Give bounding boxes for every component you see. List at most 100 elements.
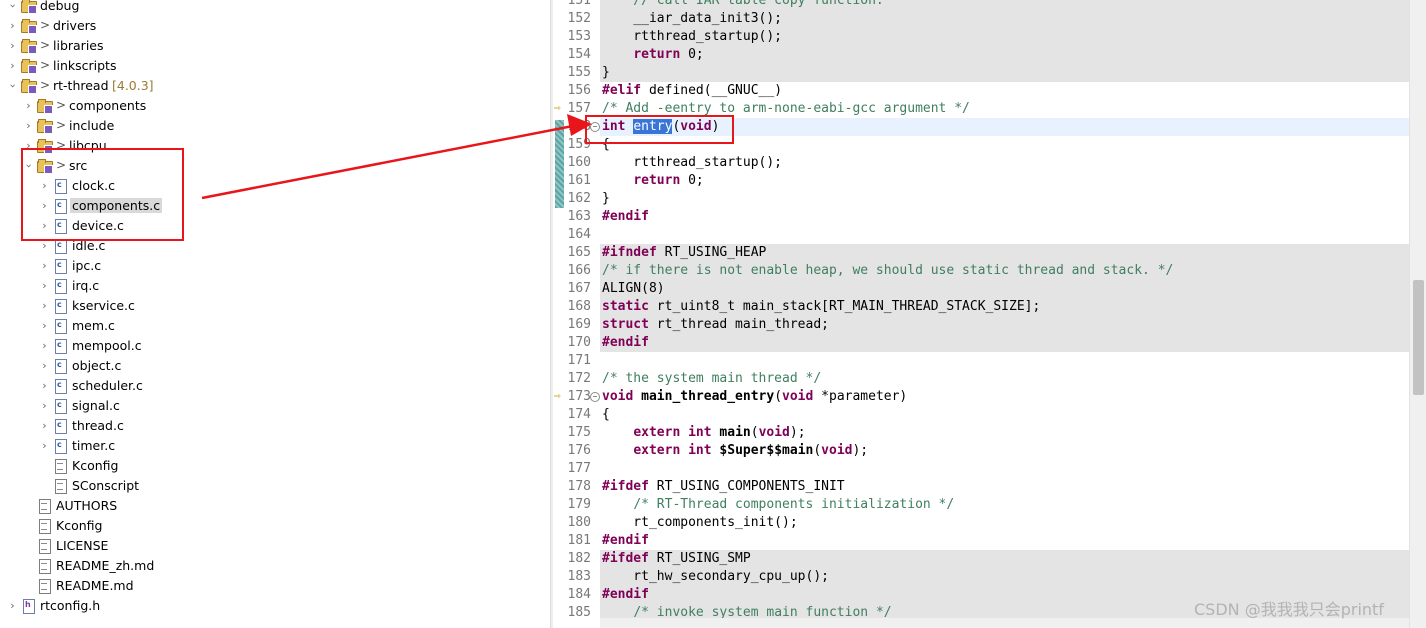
- code-line[interactable]: 183 rt_hw_secondary_cpu_up();: [553, 568, 1409, 586]
- tree-item[interactable]: › c signal.c: [0, 396, 550, 416]
- code-line[interactable]: 154 return 0;: [553, 46, 1409, 64]
- tree-item[interactable]: README.md: [0, 576, 550, 596]
- scrollbar-thumb[interactable]: [1413, 280, 1424, 395]
- fold-toggle-icon[interactable]: −: [590, 392, 600, 402]
- chevron-right-icon[interactable]: ›: [40, 299, 49, 313]
- code-token: (: [813, 443, 822, 458]
- code-line[interactable]: 169 struct rt_thread main_thread;: [553, 316, 1409, 334]
- tree-item[interactable]: SConscript: [0, 476, 550, 496]
- code-editor[interactable]: 151 // call IAR table copy function. 152 …: [553, 0, 1426, 628]
- code-line[interactable]: 170 #endif: [553, 334, 1409, 352]
- code-line[interactable]: 167 ALIGN(8): [553, 280, 1409, 298]
- tree-item[interactable]: › c timer.c: [0, 436, 550, 456]
- code-line[interactable]: 153 rtthread_startup();: [553, 28, 1409, 46]
- code-token: main: [719, 425, 751, 440]
- code-line[interactable]: 171: [553, 352, 1409, 370]
- code-line[interactable]: 152 __iar_data_init3();: [553, 10, 1409, 28]
- text-file-icon: [53, 479, 69, 494]
- code-line[interactable]: 168 static rt_uint8_t main_stack[RT_MAIN_…: [553, 298, 1409, 316]
- code-token: rtthread_startup();: [602, 29, 783, 44]
- chevron-right-icon[interactable]: ›: [24, 119, 33, 133]
- chevron-right-icon[interactable]: ›: [40, 359, 49, 373]
- tree-item[interactable]: › c object.c: [0, 356, 550, 376]
- code-line[interactable]: 179 /* RT-Thread components initializati…: [553, 496, 1409, 514]
- tree-item[interactable]: LICENSE: [0, 536, 550, 556]
- code-line[interactable]: 165 #ifndef RT_USING_HEAP: [553, 244, 1409, 262]
- code-line[interactable]: 172 /* the system main thread */: [553, 370, 1409, 388]
- tree-item[interactable]: › c kservice.c: [0, 296, 550, 316]
- code-line[interactable]: 155}: [553, 64, 1409, 82]
- code-line[interactable]: 151 // call IAR table copy function.: [553, 0, 1409, 10]
- chevron-right-icon[interactable]: ›: [8, 19, 17, 33]
- line-number: 180: [567, 515, 591, 530]
- chevron-right-icon[interactable]: ›: [40, 339, 49, 353]
- tree-item[interactable]: › h rtconfig.h: [0, 596, 550, 616]
- tree-item[interactable]: › c scheduler.c: [0, 376, 550, 396]
- code-line[interactable]: 178 #ifdef RT_USING_COMPONENTS_INIT: [553, 478, 1409, 496]
- code-line[interactable]: 176 extern int $Super$$main(void);: [553, 442, 1409, 460]
- tree-item[interactable]: › > linkscripts: [0, 56, 550, 76]
- chevron-right-icon[interactable]: ›: [40, 439, 49, 453]
- tree-item-label: AUTHORS: [56, 498, 118, 513]
- code-token: rt_components_init();: [602, 515, 798, 530]
- tree-item[interactable]: AUTHORS: [0, 496, 550, 516]
- code-line[interactable]: 160 rtthread_startup();: [553, 154, 1409, 172]
- code-line[interactable]: 164: [553, 226, 1409, 244]
- tree-item-label: mem.c: [72, 318, 115, 333]
- project-explorer: › debug › > drivers › > libraries › > linkscripts ›…: [0, 0, 550, 628]
- code-line[interactable]: 180 rt_components_init();: [553, 514, 1409, 532]
- code-line[interactable]: 161 return 0;: [553, 172, 1409, 190]
- code-line[interactable]: 162}: [553, 190, 1409, 208]
- tree-item[interactable]: › > include: [0, 116, 550, 136]
- tree-item[interactable]: › c thread.c: [0, 416, 550, 436]
- code-line[interactable]: 182 #ifdef RT_USING_SMP: [553, 550, 1409, 568]
- code-line[interactable]: ⇨ 173− void main_thread_entry(void *parame…: [553, 388, 1409, 406]
- tree-item[interactable]: README_zh.md: [0, 556, 550, 576]
- line-number: 175: [567, 425, 591, 440]
- code-token: return: [633, 47, 681, 62]
- line-number: 181: [567, 533, 591, 548]
- tree-item[interactable]: › c mem.c: [0, 316, 550, 336]
- chevron-right-icon[interactable]: ›: [40, 419, 49, 433]
- code-text: }: [600, 64, 1409, 82]
- code-token: }: [602, 191, 610, 206]
- tree-item[interactable]: › > libraries: [0, 36, 550, 56]
- code-line[interactable]: 175 extern int main(void);: [553, 424, 1409, 442]
- code-text: extern int main(void);: [600, 424, 1409, 442]
- tree-item[interactable]: › > components: [0, 96, 550, 116]
- chevron-right-icon[interactable]: ›: [40, 239, 49, 253]
- chevron-right-icon[interactable]: ›: [40, 379, 49, 393]
- tree-item[interactable]: › c irq.c: [0, 276, 550, 296]
- h-file-icon: h: [21, 599, 37, 614]
- tree-item[interactable]: Kconfig: [0, 516, 550, 536]
- chevron-down-icon[interactable]: ›: [6, 2, 20, 11]
- chevron-right-icon[interactable]: ›: [40, 279, 49, 293]
- chevron-right-icon[interactable]: ›: [8, 59, 17, 73]
- code-token: (: [774, 389, 783, 404]
- tree-item[interactable]: › c mempool.c: [0, 336, 550, 356]
- line-number: 154: [567, 47, 591, 62]
- code-token: *parameter): [813, 389, 908, 404]
- tree-item[interactable]: › > rt-thread [4.0.3]: [0, 76, 550, 96]
- tree-item-label: README_zh.md: [56, 558, 155, 573]
- tree-item[interactable]: › c ipc.c: [0, 256, 550, 276]
- chevron-right-icon[interactable]: ›: [8, 39, 17, 53]
- code-line[interactable]: 177: [553, 460, 1409, 478]
- chevron-right-icon[interactable]: ›: [40, 319, 49, 333]
- code-line[interactable]: 174 {: [553, 406, 1409, 424]
- code-line[interactable]: 163 #endif: [553, 208, 1409, 226]
- chevron-down-icon[interactable]: ›: [6, 82, 20, 91]
- tree-item[interactable]: › debug: [0, 0, 550, 16]
- chevron-right-icon[interactable]: ›: [24, 99, 33, 113]
- tree-item[interactable]: › > drivers: [0, 16, 550, 36]
- line-number: 179: [567, 497, 591, 512]
- code-line[interactable]: 156 #elif defined(__GNUC__): [553, 82, 1409, 100]
- chevron-right-icon[interactable]: ›: [40, 399, 49, 413]
- code-line[interactable]: 181 #endif: [553, 532, 1409, 550]
- tree-item[interactable]: Kconfig: [0, 456, 550, 476]
- chevron-right-icon[interactable]: ›: [8, 599, 17, 613]
- vertical-scrollbar[interactable]: [1409, 0, 1426, 628]
- chevron-right-icon[interactable]: ›: [40, 259, 49, 273]
- code-line[interactable]: 166 /* if there is not enable heap, we sh…: [553, 262, 1409, 280]
